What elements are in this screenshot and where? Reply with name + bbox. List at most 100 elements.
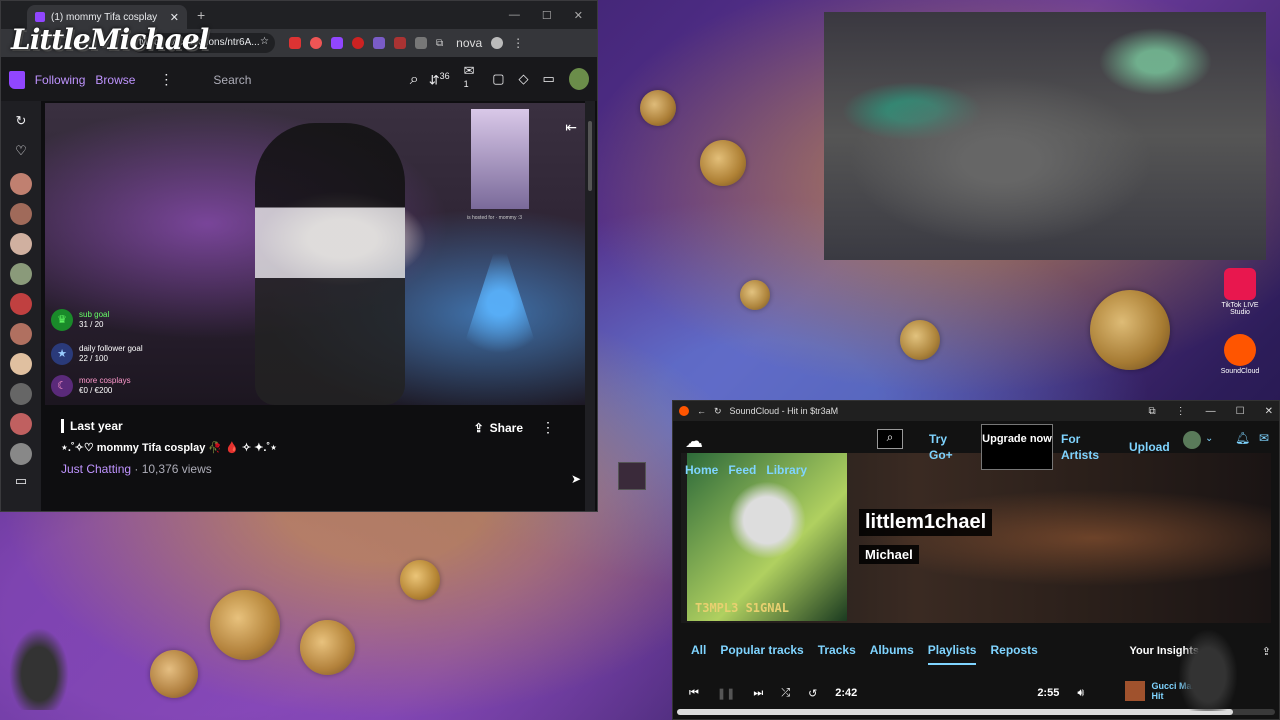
upgrade-now-button[interactable]: Upgrade now bbox=[981, 424, 1053, 470]
category-link[interactable]: Just Chatting bbox=[61, 462, 131, 476]
for-artists-link[interactable]: For Artists bbox=[1061, 431, 1105, 463]
tiktok-live-studio-shortcut[interactable]: TikTok LIVE Studio bbox=[1216, 268, 1264, 316]
bits-icon[interactable]: ◇ bbox=[519, 71, 529, 87]
window-controls: ⧉ ⋮ — ☐ ✕ bbox=[1149, 406, 1274, 417]
new-tab-icon[interactable]: + bbox=[197, 7, 205, 23]
collapse-chat-icon[interactable]: ⇤ bbox=[565, 119, 577, 136]
tab-all[interactable]: All bbox=[691, 643, 706, 665]
user-avatar[interactable] bbox=[568, 68, 589, 91]
extensions-puzzle-icon[interactable]: ⧉ bbox=[436, 38, 443, 49]
upload-link[interactable]: Upload bbox=[1129, 439, 1170, 455]
star-icon: ★ bbox=[51, 343, 73, 365]
reload-icon[interactable]: ↻ bbox=[714, 406, 722, 417]
tv-icon[interactable]: ▭ bbox=[15, 473, 27, 495]
notifications-count: 36 bbox=[439, 70, 450, 81]
messages-icon[interactable]: ✉ bbox=[1259, 431, 1269, 445]
desktop-tray-icon[interactable] bbox=[618, 462, 646, 490]
chevron-down-icon[interactable]: ⌄ bbox=[1205, 433, 1213, 444]
search-icon[interactable]: ⌕ bbox=[410, 71, 419, 89]
channel-avatar[interactable] bbox=[10, 353, 32, 375]
extension-icon[interactable] bbox=[394, 37, 406, 49]
channel-avatar[interactable] bbox=[10, 383, 32, 405]
repeat-icon[interactable]: ↺ bbox=[808, 687, 817, 700]
channel-avatar[interactable] bbox=[10, 323, 32, 345]
extension-icon[interactable] bbox=[289, 37, 301, 49]
bookmark-star-icon[interactable]: ☆ bbox=[260, 36, 269, 47]
channel-avatar[interactable] bbox=[10, 173, 32, 195]
channel-avatar[interactable] bbox=[10, 203, 32, 225]
extension-icon[interactable] bbox=[352, 37, 364, 49]
tab-tracks[interactable]: Tracks bbox=[818, 643, 856, 665]
nav-feed[interactable]: Feed bbox=[728, 463, 756, 477]
soundcloud-header: ☁ ⌕ Try Go+ Upgrade now For Artists Uplo… bbox=[673, 421, 1279, 470]
minimize-icon[interactable]: — bbox=[509, 9, 520, 22]
following-link[interactable]: Following bbox=[35, 73, 86, 87]
soundcloud-logo-icon[interactable]: ☁ bbox=[685, 431, 703, 452]
shortcut-label: TikTok LIVE Studio bbox=[1221, 302, 1259, 316]
extension-icon[interactable] bbox=[331, 37, 343, 49]
extension-icon[interactable] bbox=[415, 37, 427, 49]
close-window-icon[interactable]: ✕ bbox=[1265, 406, 1273, 417]
browse-link[interactable]: Browse bbox=[95, 73, 135, 87]
channel-avatar[interactable] bbox=[10, 413, 32, 435]
profile-username: littlem1chael bbox=[859, 509, 993, 536]
more-menu-icon[interactable]: ⋮ bbox=[159, 71, 173, 88]
try-go-plus-link[interactable]: Try Go+ bbox=[929, 431, 961, 463]
share-icon[interactable]: ⇪ bbox=[1262, 645, 1271, 658]
video-meta: Just Chatting · 10,376 views bbox=[61, 462, 581, 476]
channel-avatar[interactable] bbox=[10, 293, 32, 315]
play-pause-icon[interactable]: ❚❚ bbox=[717, 687, 735, 700]
refresh-icon[interactable]: ↻ bbox=[16, 113, 27, 135]
notifications-icon[interactable]: 🔔︎ bbox=[1235, 431, 1250, 445]
scrollbar-thumb[interactable] bbox=[588, 121, 592, 191]
search-input[interactable]: Search bbox=[213, 73, 399, 87]
maximize-icon[interactable]: ☐ bbox=[542, 9, 552, 22]
nav-library[interactable]: Library bbox=[766, 463, 807, 477]
channel-avatar[interactable] bbox=[10, 443, 32, 465]
soundcloud-titlebar: ← ↻ SoundCloud - Hit in $tr3aM ⧉ ⋮ — ☐ ✕ bbox=[673, 401, 1279, 421]
more-options-icon[interactable]: ⋮ bbox=[541, 419, 555, 436]
scrollbar[interactable] bbox=[585, 101, 595, 511]
inbox-icon[interactable]: ✉1 bbox=[464, 63, 479, 95]
tab-albums[interactable]: Albums bbox=[870, 643, 914, 665]
previous-track-icon[interactable]: ⏮︎ bbox=[689, 687, 699, 700]
heart-icon[interactable]: ♡ bbox=[15, 143, 27, 165]
twitch-logo-icon[interactable] bbox=[9, 70, 25, 89]
volume-icon[interactable]: 🔊︎ bbox=[1077, 687, 1084, 700]
user-avatar[interactable] bbox=[1183, 431, 1201, 449]
close-window-icon[interactable]: ✕ bbox=[574, 9, 583, 22]
browser-menu-icon[interactable]: ⋮ bbox=[512, 36, 524, 50]
close-tab-icon[interactable]: ✕ bbox=[170, 11, 179, 24]
nova-extension[interactable]: nova bbox=[456, 36, 482, 50]
extension-icon[interactable] bbox=[373, 37, 385, 49]
minimize-icon[interactable]: — bbox=[1206, 406, 1216, 417]
nav-home[interactable]: Home bbox=[685, 463, 718, 477]
notifications-icon[interactable]: ⇵36 bbox=[429, 71, 450, 88]
video-player[interactable]: is hosted for · mommy :3 ⇤ ♛ sub goal 31 … bbox=[45, 103, 585, 405]
shuffle-icon[interactable]: ⤮ bbox=[781, 687, 790, 700]
prime-icon[interactable]: ▭ bbox=[543, 71, 555, 87]
goal-name: daily follower goal bbox=[79, 344, 143, 353]
extensions-icon[interactable]: ⧉ bbox=[1149, 406, 1156, 417]
webcam-preview bbox=[824, 12, 1266, 260]
menu-icon[interactable]: ⋮ bbox=[1176, 406, 1186, 417]
channel-avatar[interactable] bbox=[10, 263, 32, 285]
maximize-icon[interactable]: ☐ bbox=[1236, 406, 1245, 417]
twitch-content: ↻ ♡ ▭ is hosted for · mommy :3 ⇤ ♛ sub g… bbox=[1, 101, 597, 511]
whispers-icon[interactable]: ▢ bbox=[492, 71, 504, 87]
track-title[interactable]: Hit bbox=[1151, 691, 1163, 701]
channel-avatar[interactable] bbox=[10, 233, 32, 255]
search-icon[interactable]: ⌕ bbox=[877, 429, 903, 449]
next-track-icon[interactable]: ⏭︎ bbox=[753, 687, 763, 700]
back-icon[interactable]: ← bbox=[697, 406, 706, 416]
tab-popular-tracks[interactable]: Popular tracks bbox=[720, 643, 803, 665]
soundcloud-shortcut[interactable]: SoundCloud bbox=[1216, 334, 1264, 375]
extension-icon[interactable] bbox=[310, 37, 322, 49]
extensions-row: ⧉ nova ⋮ bbox=[289, 36, 524, 50]
tab-playlists[interactable]: Playlists bbox=[927, 643, 977, 665]
browser-window: (1) mommy Tifa cosplay ✕ + — ☐ ✕ twitch.… bbox=[0, 0, 598, 512]
profile-avatar[interactable] bbox=[491, 37, 504, 49]
goal-progress: €0 / €200 bbox=[79, 386, 113, 395]
share-button[interactable]: ⇪ Share bbox=[474, 421, 523, 435]
tab-reposts[interactable]: Reposts bbox=[990, 643, 1037, 665]
